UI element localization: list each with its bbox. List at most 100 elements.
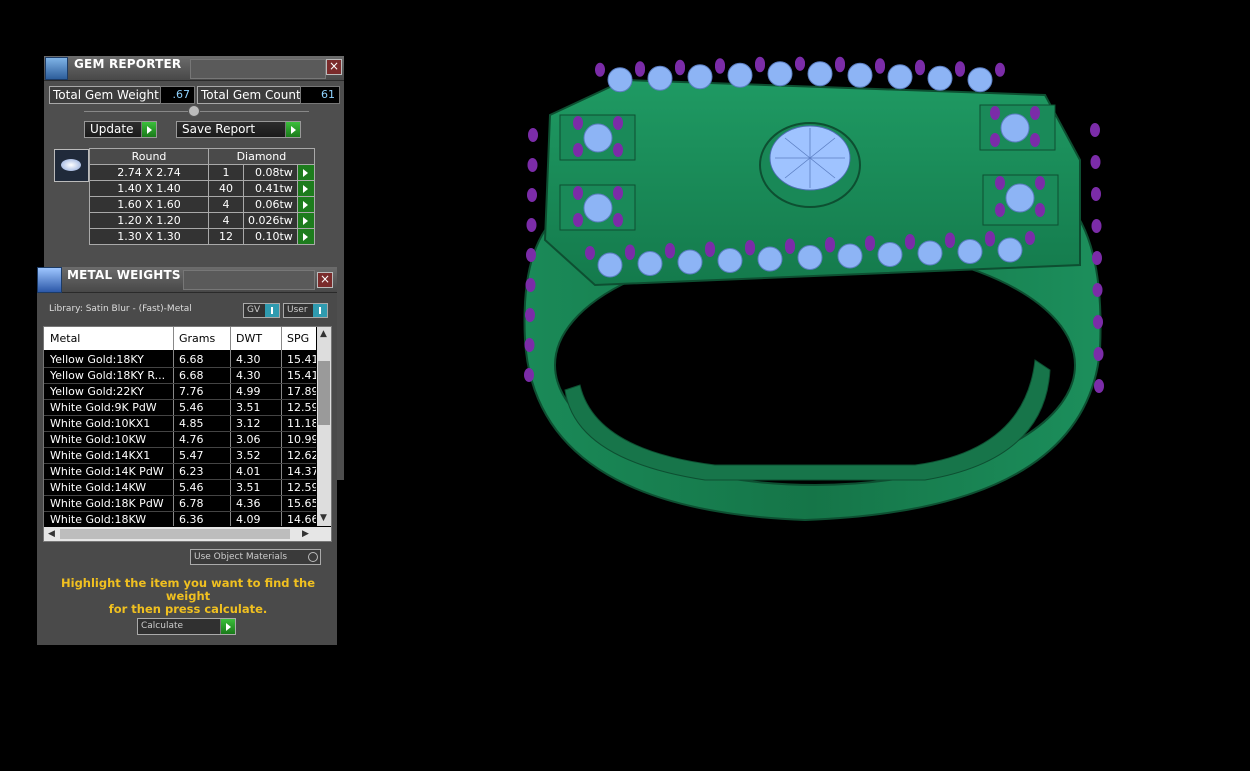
gem-row[interactable]: 1.40 X 1.40 40 0.41tw: [89, 180, 315, 197]
library-label: Library: Satin Blur - (Fast)-Metal: [49, 304, 192, 314]
metal-cell-grams: 5.47: [179, 449, 204, 462]
prong: [715, 58, 725, 73]
prong: [1035, 203, 1045, 217]
col-dwt-header[interactable]: DWT: [236, 332, 262, 345]
col-metal-header[interactable]: Metal: [50, 332, 80, 345]
gem-size: 1.60 X 1.60: [89, 196, 209, 213]
side-diamond: [807, 61, 833, 87]
prong: [1090, 123, 1100, 137]
gem-row-go-icon[interactable]: [296, 164, 315, 181]
metal-weights-panel: METAL WEIGHTS × Library: Satin Blur - (F…: [37, 267, 337, 645]
metal-hscrollbar[interactable]: ◀ ▶: [44, 527, 331, 541]
gem-weight: 0.06tw: [243, 196, 298, 213]
prong: [755, 56, 765, 71]
round-gem-icon[interactable]: [54, 149, 89, 182]
side-diamond: [717, 248, 743, 273]
metal-table-row[interactable]: Yellow Gold:22KY 7.76 4.99 17.89: [44, 383, 316, 400]
metal-cell-metal: Yellow Gold:18KY: [50, 353, 144, 366]
save-report-button-label: Save Report: [182, 122, 256, 136]
save-report-button[interactable]: Save Report: [176, 121, 301, 138]
col-spg-header[interactable]: SPG: [287, 332, 309, 345]
metal-table-row[interactable]: Yellow Gold:18KY 6.68 4.30 15.41: [44, 351, 316, 368]
prong: [905, 234, 915, 248]
side-diamond: [583, 193, 613, 223]
calculate-button[interactable]: Calculate: [137, 618, 236, 635]
scroll-down-icon[interactable]: ▼: [320, 513, 327, 523]
metal-table-row[interactable]: White Gold:10KX1 4.85 3.12 11.18: [44, 415, 316, 432]
gem-reporter-title-tab: [190, 59, 326, 79]
metal-table-row[interactable]: White Gold:9K PdW 5.46 3.51 12.59: [44, 399, 316, 416]
gem-row-go-icon[interactable]: [296, 180, 315, 197]
metal-cell-dwt: 3.06: [236, 433, 261, 446]
prong: [1092, 251, 1102, 265]
gem-row[interactable]: 2.74 X 2.74 1 0.08tw: [89, 164, 315, 181]
gem-reporter-close-icon[interactable]: ×: [326, 59, 342, 75]
calculate-go-icon: [220, 619, 235, 634]
scroll-right-icon[interactable]: ▶: [302, 529, 309, 539]
prong: [795, 56, 805, 71]
side-diamond: [847, 62, 873, 88]
side-diamond: [607, 67, 633, 93]
metal-cell-metal: Yellow Gold:22KY: [50, 385, 144, 398]
metal-cell-grams: 4.76: [179, 433, 204, 446]
use-object-materials-toggle[interactable]: Use Object Materials: [190, 549, 321, 565]
gem-weight: 0.08tw: [243, 164, 298, 181]
metal-weights-close-icon[interactable]: ×: [317, 272, 333, 288]
prong: [1093, 347, 1104, 361]
metal-weights-titlebar[interactable]: METAL WEIGHTS ×: [37, 267, 337, 293]
col-grams-header[interactable]: Grams: [179, 332, 215, 345]
prong: [526, 218, 537, 232]
metal-table-row[interactable]: White Gold:10KW 4.76 3.06 10.99: [44, 431, 316, 448]
metal-cell-spg: 12.59: [287, 481, 316, 494]
prong: [1030, 106, 1040, 120]
splitter-handle[interactable]: [188, 105, 200, 117]
update-button[interactable]: Update: [84, 121, 157, 138]
prong: [875, 59, 885, 74]
metal-cell-spg: 12.62: [287, 449, 316, 462]
gem-count: 12: [208, 228, 244, 245]
metal-cell-grams: 6.68: [179, 369, 204, 382]
prong: [527, 188, 537, 202]
prong: [573, 213, 583, 227]
metal-weights-title-tab: [183, 270, 315, 290]
metal-table[interactable]: Metal Grams DWT SPG Yellow Gold:18KY 6.68…: [43, 326, 332, 542]
metal-hscroll-thumb[interactable]: [60, 529, 290, 539]
metal-table-row[interactable]: White Gold:18K PdW 6.78 4.36 15.65: [44, 495, 316, 512]
user-select-label: User: [287, 305, 308, 315]
metal-cell-spg: 15.41: [287, 369, 316, 382]
prong: [915, 61, 925, 76]
prong: [1094, 379, 1104, 393]
scroll-left-icon[interactable]: ◀: [48, 529, 55, 539]
metal-table-row[interactable]: White Gold:18KW 6.36 4.09 14.66: [44, 511, 316, 528]
metal-vscroll-thumb[interactable]: [318, 361, 330, 425]
prong: [705, 241, 715, 256]
gem-row-go-icon[interactable]: [296, 228, 315, 245]
gem-row[interactable]: 1.20 X 1.20 4 0.026tw: [89, 212, 315, 229]
metal-table-row[interactable]: White Gold:14K PdW 6.23 4.01 14.37: [44, 463, 316, 480]
prong: [995, 62, 1005, 77]
gem-row[interactable]: 1.30 X 1.30 12 0.10tw: [89, 228, 315, 245]
metal-cell-spg: 14.66: [287, 513, 316, 526]
gem-row-go-icon[interactable]: [296, 196, 315, 213]
gem-reporter-titlebar[interactable]: GEM REPORTER ×: [44, 56, 344, 81]
use-object-materials-label: Use Object Materials: [194, 552, 288, 562]
gv-select[interactable]: GV: [243, 303, 280, 318]
gem-row[interactable]: 1.60 X 1.60 4 0.06tw: [89, 196, 315, 213]
user-select[interactable]: User: [283, 303, 328, 318]
side-diamond: [877, 242, 903, 267]
metal-cell-spg: 14.37: [287, 465, 316, 478]
ring-3d-viewport[interactable]: [505, 40, 1115, 530]
metal-vscrollbar[interactable]: ▲ ▼: [317, 327, 331, 526]
gem-row-go-icon[interactable]: [296, 212, 315, 229]
gem-reporter-icon: [45, 57, 68, 80]
metal-table-row[interactable]: Yellow Gold:18KY R... 6.68 4.30 15.41: [44, 367, 316, 384]
scroll-up-icon[interactable]: ▲: [320, 329, 327, 339]
metal-cell-dwt: 3.51: [236, 481, 261, 494]
prong: [573, 116, 583, 130]
prong: [613, 213, 623, 227]
prong: [525, 278, 536, 292]
metal-table-row[interactable]: White Gold:14KX1 5.47 3.52 12.62: [44, 447, 316, 464]
prong: [526, 248, 536, 262]
metal-table-row[interactable]: White Gold:14KW 5.46 3.51 12.59: [44, 479, 316, 496]
prong: [1091, 219, 1102, 233]
